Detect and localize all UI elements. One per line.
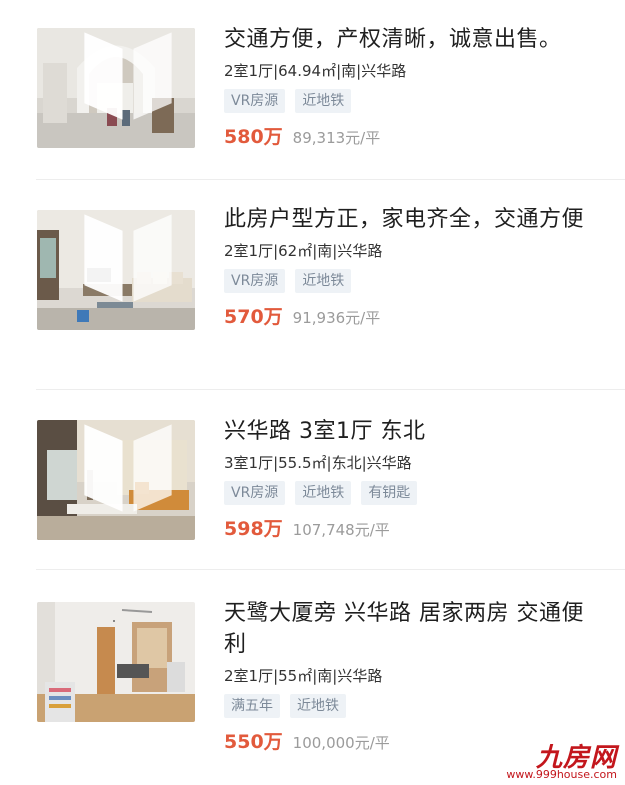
watermark-url: www.999house.com — [506, 768, 617, 781]
room-photo-image — [37, 602, 195, 722]
vr-badge-icon — [84, 424, 172, 512]
site-watermark: 九房网 www.999house.com — [506, 737, 619, 781]
listing-info: 交通方便，产权清晰，诚意出售。 2室1厅|64.94㎡|南|兴华路 VR房源 近… — [224, 24, 601, 149]
listing-photo[interactable] — [37, 420, 195, 540]
listing-photo[interactable] — [37, 602, 195, 722]
tag-near-subway: 近地铁 — [290, 694, 346, 718]
unit-price: 91,936元/平 — [292, 309, 381, 327]
listing-photo[interactable] — [37, 210, 195, 330]
listing-card[interactable]: 兴华路 3室1厅 东北 3室1厅|55.5㎡|东北|兴华路 VR房源 近地铁 有… — [0, 390, 625, 570]
listing-info: 此房户型方正，家电齐全，交通方便 2室1厅|62㎡|南|兴华路 VR房源 近地铁… — [224, 204, 601, 329]
listing-tags: 满五年 近地铁 — [224, 694, 601, 718]
listing-tags: VR房源 近地铁 有钥匙 — [224, 481, 601, 505]
listing-info: 天鹭大厦旁 兴华路 居家两房 交通便利 2室1厅|55㎡|南|兴华路 满五年 近… — [224, 598, 601, 754]
total-price: 580万 — [224, 126, 283, 148]
listing-meta: 3室1厅|55.5㎡|东北|兴华路 — [224, 454, 412, 472]
vr-badge-icon — [84, 214, 172, 302]
listing-card[interactable]: 交通方便，产权清晰，诚意出售。 2室1厅|64.94㎡|南|兴华路 VR房源 近… — [0, 0, 625, 180]
listing-title[interactable]: 交通方便，产权清晰，诚意出售。 — [224, 24, 601, 55]
tag-near-subway: 近地铁 — [295, 269, 352, 293]
vr-badge-icon — [84, 32, 172, 120]
listing-tags: VR房源 近地铁 — [224, 89, 601, 113]
total-price: 550万 — [224, 731, 283, 753]
listing-info: 兴华路 3室1厅 东北 3室1厅|55.5㎡|东北|兴华路 VR房源 近地铁 有… — [224, 416, 601, 541]
listing-tags: VR房源 近地铁 — [224, 269, 601, 293]
tag-vr: VR房源 — [224, 481, 286, 505]
unit-price: 107,748元/平 — [292, 521, 390, 539]
tag-five-years: 满五年 — [224, 694, 280, 718]
total-price: 598万 — [224, 518, 283, 540]
total-price: 570万 — [224, 306, 283, 328]
tag-vr: VR房源 — [224, 269, 286, 293]
listing-photo[interactable] — [37, 28, 195, 148]
price-row: 580万 89,313元/平 — [224, 122, 601, 149]
tag-has-key: 有钥匙 — [361, 481, 418, 505]
tag-vr: VR房源 — [224, 89, 286, 113]
listing-title[interactable]: 此房户型方正，家电齐全，交通方便 — [224, 204, 601, 235]
price-row: 570万 91,936元/平 — [224, 302, 601, 329]
listing-meta: 2室1厅|64.94㎡|南|兴华路 — [224, 62, 407, 80]
listing-card[interactable]: 此房户型方正，家电齐全，交通方便 2室1厅|62㎡|南|兴华路 VR房源 近地铁… — [0, 180, 625, 390]
listing-title[interactable]: 天鹭大厦旁 兴华路 居家两房 交通便利 — [224, 598, 601, 660]
listing-title[interactable]: 兴华路 3室1厅 东北 — [224, 416, 601, 447]
listing-meta: 2室1厅|62㎡|南|兴华路 — [224, 242, 383, 260]
tag-near-subway: 近地铁 — [295, 89, 352, 113]
unit-price: 100,000元/平 — [292, 734, 390, 752]
listing-meta: 2室1厅|55㎡|南|兴华路 — [224, 667, 383, 685]
unit-price: 89,313元/平 — [292, 129, 381, 147]
tag-near-subway: 近地铁 — [295, 481, 352, 505]
price-row: 598万 107,748元/平 — [224, 514, 601, 541]
